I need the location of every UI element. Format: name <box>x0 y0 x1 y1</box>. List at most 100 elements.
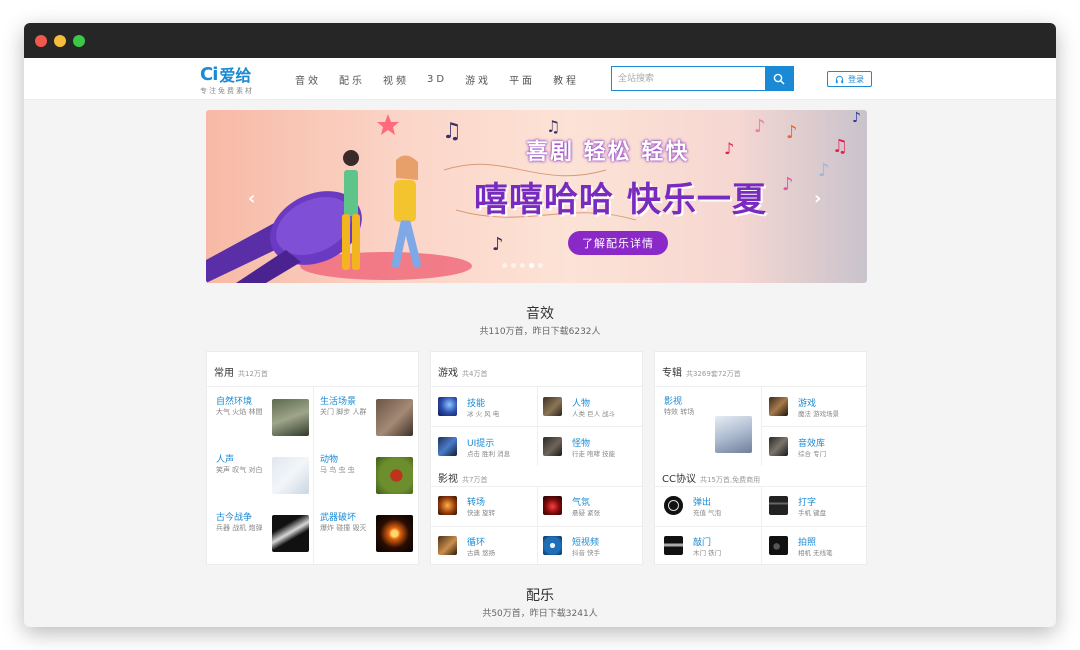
sfx-section-subtitle: 共110万首，昨日下载6232人 <box>479 327 601 337</box>
svg-text:♪: ♪ <box>754 116 766 137</box>
banner-title: 喜剧 轻松 轻快 <box>526 140 690 165</box>
list-item[interactable]: 武器破坏 爆炸 碰撞 毁灭 <box>320 510 420 558</box>
nav-item-video[interactable]: 视频 <box>383 72 409 87</box>
card-common-count: 共12万首 <box>238 370 268 378</box>
voice-thumbnail <box>272 457 309 494</box>
card-film-count: 共7万首 <box>462 476 488 484</box>
banner-headline: 嘻嘻哈哈 快乐一夏 <box>474 180 767 220</box>
list-item[interactable]: 古今战争 兵器 战机 炮弹 <box>216 510 316 558</box>
list-item[interactable]: 人声 笑声 叹气 对白 <box>216 452 316 500</box>
list-item[interactable]: 人物 人类 巨人 战斗 <box>543 394 643 428</box>
banner-next-arrow-icon[interactable]: › <box>814 188 821 209</box>
war-thumbnail <box>272 515 309 552</box>
svg-text:♪: ♪ <box>786 122 798 143</box>
card-film-header: 影视 共7万首 <box>438 470 487 485</box>
list-item[interactable]: 敲门 木门 铁门 <box>664 533 764 567</box>
nav-item-graphics[interactable]: 平面 <box>509 72 535 87</box>
atmosphere-icon <box>543 496 562 515</box>
card-albums: 专辑 共3269套72万首 影视 特效 转场 游戏 魔法 游戏场景 音效库 综合 … <box>654 351 869 567</box>
card-games-title: 游戏 <box>438 368 458 379</box>
nav-item-tutorials[interactable]: 教程 <box>553 72 579 87</box>
list-item[interactable]: 生活场景 关门 脚步 人群 <box>320 394 420 442</box>
login-button[interactable]: 登录 <box>827 71 872 87</box>
card-games: 游戏 共4万首 技能 冰 火 风 电 人物 人类 巨人 战斗 UI提示 点击 胜利… <box>430 351 643 567</box>
logo-slogan: 专注免费素材 <box>200 87 254 95</box>
banner-pagination <box>502 263 547 268</box>
headphones-icon <box>835 75 844 83</box>
music-section-subtitle: 共50万首，昨日下载3241人 <box>482 609 598 619</box>
maximize-window-button[interactable] <box>73 35 85 47</box>
skill-icon <box>438 397 457 416</box>
card-cc-count: 共15万首,免费商用 <box>699 476 761 484</box>
list-item[interactable]: 气氛 悬疑 紧张 <box>543 493 643 527</box>
list-item[interactable]: 弹出 充值 气泡 <box>664 493 764 527</box>
card-common: 常用 共12万首 自然环境 大气 火焰 林間 生活场景 关门 脚步 人群 人声 笑… <box>206 351 420 566</box>
ui-alert-icon <box>438 437 457 456</box>
close-window-button[interactable] <box>35 35 47 47</box>
banner-dot-active[interactable] <box>529 263 534 268</box>
life-scene-thumbnail <box>376 399 413 436</box>
list-item[interactable]: 拍照 相机 无线笔 <box>769 533 869 567</box>
list-item[interactable]: 音效库 综合 专门 <box>769 434 869 468</box>
card-games-header: 游戏 共4万首 <box>438 364 487 379</box>
music-section-title: 配乐 <box>526 588 554 604</box>
svg-text:♪: ♪ <box>852 110 861 126</box>
nav-item-3d[interactable]: 3D <box>427 74 447 85</box>
banner-dot[interactable] <box>520 263 525 268</box>
monster-icon <box>543 437 562 456</box>
list-item[interactable]: 游戏 魔法 游戏场景 <box>769 394 869 428</box>
card-games-count: 共4万首 <box>462 370 488 378</box>
list-item[interactable]: 循环 古典 悠扬 <box>438 533 538 567</box>
nav-item-music[interactable]: 配乐 <box>339 72 365 87</box>
game-album-icon <box>769 397 788 416</box>
banner-dot[interactable] <box>502 263 507 268</box>
loop-icon <box>438 536 457 555</box>
animal-thumbnail <box>376 457 413 494</box>
list-item[interactable]: 自然环境 大气 火焰 林間 <box>216 394 316 442</box>
nav-item-games[interactable]: 游戏 <box>465 72 491 87</box>
sfx-library-icon <box>769 437 788 456</box>
search-button[interactable] <box>765 67 793 90</box>
list-item[interactable]: 转场 快速 旋转 <box>438 493 538 527</box>
banner-dot[interactable] <box>538 263 543 268</box>
list-item[interactable]: UI提示 点击 胜利 消息 <box>438 434 538 468</box>
svg-text:♪: ♪ <box>724 139 734 158</box>
card-common-header: 常用 共12万首 <box>214 364 268 379</box>
search-input[interactable] <box>612 67 765 90</box>
explosion-thumbnail <box>376 515 413 552</box>
card-albums-count: 共3269套72万首 <box>686 370 741 378</box>
nav-item-sfx[interactable]: 音效 <box>295 72 321 87</box>
nature-thumbnail <box>272 399 309 436</box>
list-item[interactable]: 技能 冰 火 风 电 <box>438 394 538 428</box>
svg-text:♫: ♫ <box>832 136 848 157</box>
short-video-icon <box>543 536 562 555</box>
character-icon <box>543 397 562 416</box>
film-album-thumbnail <box>715 416 752 453</box>
svg-text:♫: ♫ <box>442 119 462 144</box>
card-albums-title: 专辑 <box>662 368 682 379</box>
transition-icon <box>438 496 457 515</box>
list-item[interactable]: 打字 手机 键盘 <box>769 493 869 527</box>
banner-cta-button[interactable]: 了解配乐详情 <box>568 231 668 255</box>
list-item[interactable]: 影视 特效 转场 <box>664 394 764 458</box>
camera-icon <box>769 536 788 555</box>
banner-prev-arrow-icon[interactable]: ‹ <box>248 188 255 209</box>
banner-dot[interactable] <box>511 263 516 268</box>
list-item[interactable]: 短视频 抖音 快手 <box>543 533 643 567</box>
site-logo[interactable]: Ci 爱给 专注免费素材 <box>200 63 280 96</box>
browser-window: Ci 爱给 专注免费素材 音效 配乐 视频 3D 游戏 平面 教程 全站搜索 登… <box>24 23 1056 627</box>
card-albums-header: 专辑 共3269套72万首 <box>662 364 741 379</box>
list-item[interactable]: 动物 马 鸟 虫 虫 <box>320 452 420 500</box>
knock-icon <box>664 536 683 555</box>
svg-text:♪: ♪ <box>818 160 830 181</box>
list-item[interactable]: 怪物 行走 咆哮 技能 <box>543 434 643 468</box>
login-label: 登录 <box>848 74 864 84</box>
card-cc-header: CC协议 共15万首,免费商用 <box>662 470 760 485</box>
card-cc-title: CC协议 <box>662 474 696 485</box>
site-header: Ci 爱给 专注免费素材 音效 配乐 视频 3D 游戏 平面 教程 全站搜索 登… <box>24 58 1056 100</box>
card-film-title: 影视 <box>438 474 458 485</box>
promo-banner[interactable]: ♫ ♫ ♪ ♪ ♪ ♪ ♫ ♪ ♪ ♪ 喜剧 轻松 轻快 嘻嘻哈哈 快乐一夏 了… <box>206 110 867 283</box>
minimize-window-button[interactable] <box>54 35 66 47</box>
logo-text: 爱给 <box>219 66 252 85</box>
logo-mark: Ci <box>200 63 218 85</box>
